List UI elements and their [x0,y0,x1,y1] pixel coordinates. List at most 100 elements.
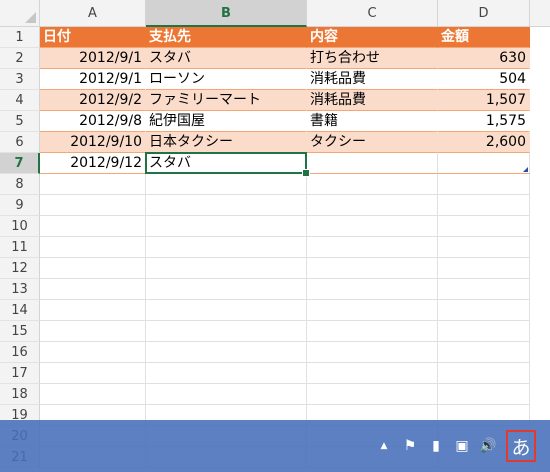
cell-d12[interactable] [438,258,530,279]
volume-icon[interactable]: 🔊 [478,436,498,456]
cell-c4[interactable]: 消耗品費 [307,90,438,111]
cell-c2[interactable]: 打ち合わせ [307,48,438,69]
cell-a18[interactable] [40,384,146,405]
row-header-14[interactable]: 14 [0,300,40,321]
cell-d18[interactable] [438,384,530,405]
cell-d15[interactable] [438,321,530,342]
cell-b13[interactable] [146,279,307,300]
cell-b12[interactable] [146,258,307,279]
cell-b6[interactable]: 日本タクシー [146,132,307,153]
network-icon[interactable]: ▣ [452,436,472,456]
cell-b8[interactable] [146,174,307,195]
cell-c8[interactable] [307,174,438,195]
power-icon[interactable]: ▮ [426,436,446,456]
row-header-4[interactable]: 4 [0,90,40,111]
cell-d6[interactable]: 2,600 [438,132,530,153]
cell-d10[interactable] [438,216,530,237]
cell-d8[interactable] [438,174,530,195]
cell-b11[interactable] [146,237,307,258]
cell-a2[interactable]: 2012/9/1 [40,48,146,69]
cell-a8[interactable] [40,174,146,195]
cell-c14[interactable] [307,300,438,321]
cell-a11[interactable] [40,237,146,258]
cell-d17[interactable] [438,363,530,384]
row-header-11[interactable]: 11 [0,237,40,258]
show-hidden-icons-icon[interactable]: ▲ [374,436,394,456]
ime-mode-button[interactable]: あ [506,430,536,462]
cell-d2[interactable]: 630 [438,48,530,69]
cell-c16[interactable] [307,342,438,363]
cell-c13[interactable] [307,279,438,300]
cell-b3[interactable]: ローソン [146,69,307,90]
column-header-d[interactable]: D [438,0,530,27]
cell-c15[interactable] [307,321,438,342]
cell-c1[interactable]: 内容 [307,27,438,48]
cell-b16[interactable] [146,342,307,363]
cell-a15[interactable] [40,321,146,342]
cell-a10[interactable] [40,216,146,237]
row-header-7[interactable]: 7 [0,153,40,174]
cell-d14[interactable] [438,300,530,321]
select-all-button[interactable] [0,0,40,27]
cell-d9[interactable] [438,195,530,216]
cell-c3[interactable]: 消耗品費 [307,69,438,90]
cell-b15[interactable] [146,321,307,342]
fill-handle[interactable] [302,169,310,177]
row-header-2[interactable]: 2 [0,48,40,69]
row-header-6[interactable]: 6 [0,132,40,153]
cell-d4[interactable]: 1,507 [438,90,530,111]
cell-c7[interactable] [307,153,438,174]
cell-d11[interactable] [438,237,530,258]
row-header-8[interactable]: 8 [0,174,40,195]
column-header-b[interactable]: B [146,0,307,27]
cell-d16[interactable] [438,342,530,363]
spreadsheet[interactable]: ABCD 123456789101112131415161718192021 日… [0,0,550,472]
row-header-15[interactable]: 15 [0,321,40,342]
table-resize-handle-icon[interactable] [523,167,528,172]
cell-a9[interactable] [40,195,146,216]
cell-c18[interactable] [307,384,438,405]
cell-a16[interactable] [40,342,146,363]
action-center-flag-icon[interactable]: ⚑ [400,436,420,456]
cell-b1[interactable]: 支払先 [146,27,307,48]
cell-c17[interactable] [307,363,438,384]
row-header-10[interactable]: 10 [0,216,40,237]
cell-a7[interactable]: 2012/9/12 [40,153,146,174]
cell-d3[interactable]: 504 [438,69,530,90]
cell-c11[interactable] [307,237,438,258]
row-header-16[interactable]: 16 [0,342,40,363]
cell-a1[interactable]: 日付 [40,27,146,48]
cell-b9[interactable] [146,195,307,216]
row-header-17[interactable]: 17 [0,363,40,384]
cell-c12[interactable] [307,258,438,279]
cell-a4[interactable]: 2012/9/2 [40,90,146,111]
cell-b5[interactable]: 紀伊国屋 [146,111,307,132]
row-header-9[interactable]: 9 [0,195,40,216]
cell-b10[interactable] [146,216,307,237]
cell-a13[interactable] [40,279,146,300]
cell-a3[interactable]: 2012/9/1 [40,69,146,90]
cell-c6[interactable]: タクシー [307,132,438,153]
cell-b2[interactable]: スタバ [146,48,307,69]
cell-a5[interactable]: 2012/9/8 [40,111,146,132]
cell-b17[interactable] [146,363,307,384]
cell-d13[interactable] [438,279,530,300]
row-header-12[interactable]: 12 [0,258,40,279]
row-header-18[interactable]: 18 [0,384,40,405]
row-header-13[interactable]: 13 [0,279,40,300]
cell-a14[interactable] [40,300,146,321]
cell-c9[interactable] [307,195,438,216]
cell-d5[interactable]: 1,575 [438,111,530,132]
cell-c10[interactable] [307,216,438,237]
row-header-1[interactable]: 1 [0,27,40,48]
cell-a17[interactable] [40,363,146,384]
cell-b7[interactable]: スタバ [146,153,307,174]
cell-d7[interactable] [438,153,530,174]
column-header-c[interactable]: C [307,0,438,27]
column-header-a[interactable]: A [40,0,146,27]
cell-a12[interactable] [40,258,146,279]
cell-b14[interactable] [146,300,307,321]
cell-c5[interactable]: 書籍 [307,111,438,132]
cell-b4[interactable]: ファミリーマート [146,90,307,111]
cell-b18[interactable] [146,384,307,405]
